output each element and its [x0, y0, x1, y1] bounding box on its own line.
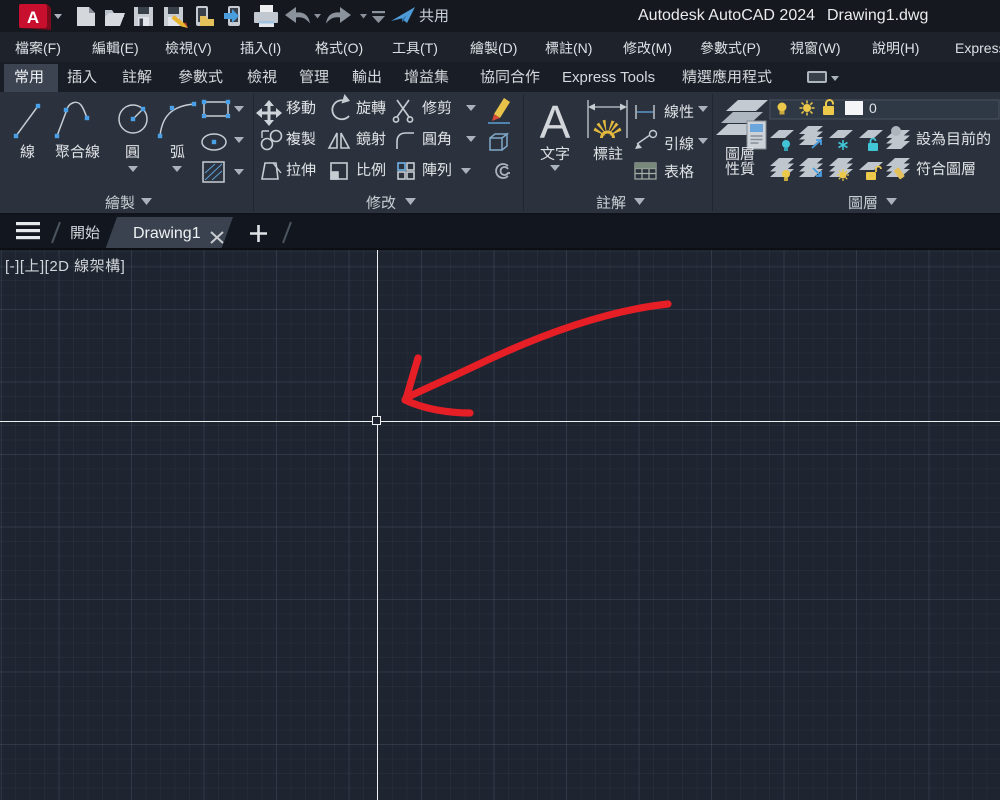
svg-text:A: A — [27, 8, 39, 27]
